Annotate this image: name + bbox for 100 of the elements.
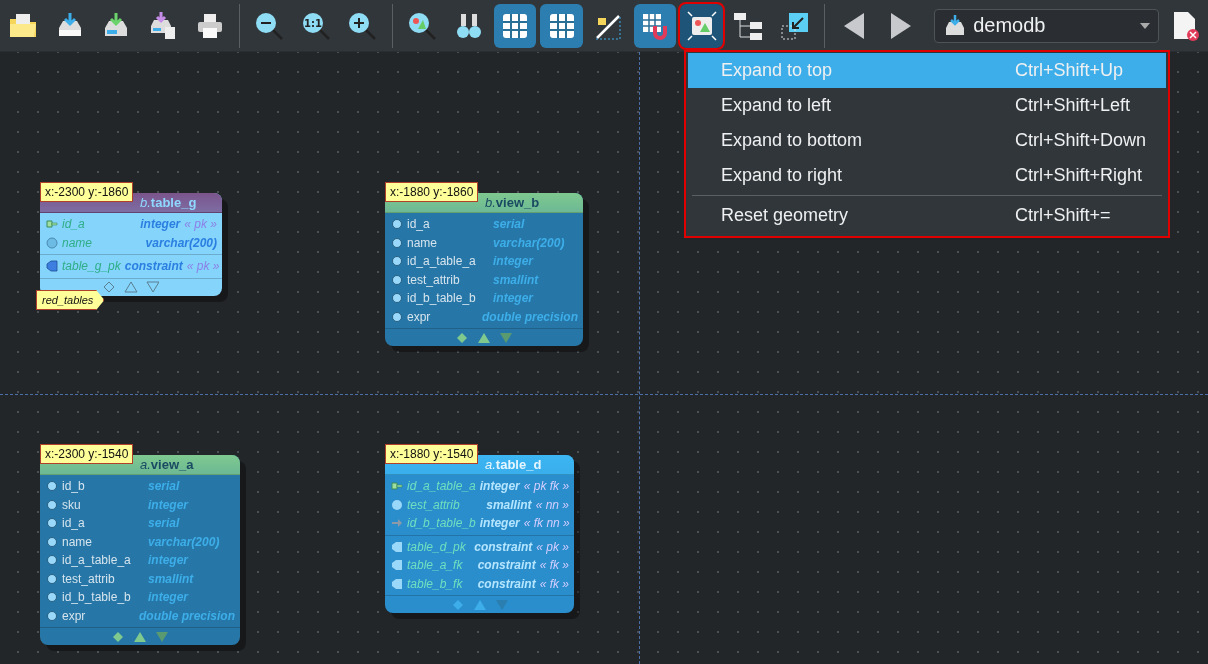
constraint-icon — [46, 260, 58, 273]
table-name: view_a — [150, 457, 194, 472]
position-label: x:-1880 y:-1860 — [385, 182, 479, 202]
position-label: x:-2300 y:-1540 — [40, 444, 134, 464]
column-name: sku — [62, 497, 82, 512]
column-type: double precision — [482, 309, 578, 324]
column-name: id_b_table_b — [407, 291, 477, 306]
caret-icon — [1140, 22, 1151, 29]
column-type: smallint — [493, 272, 540, 287]
column-type: constraint — [124, 259, 183, 274]
column-name: id_a_table_a — [407, 479, 476, 494]
column-type: varchar(200) — [493, 235, 566, 250]
schema-name: a. — [140, 457, 151, 472]
column-name: expr — [407, 309, 432, 324]
column-icon — [391, 255, 403, 268]
column-icon — [46, 535, 58, 548]
expand-collapse-icon[interactable] — [456, 331, 512, 344]
column-icon — [46, 609, 58, 622]
schema-name: a. — [485, 457, 496, 472]
column-type: integer — [148, 497, 190, 512]
column-constraint-tags: « pk » — [184, 217, 217, 232]
database-name: demodb — [973, 14, 1047, 37]
column-type: integer — [148, 553, 190, 568]
column-icon — [46, 236, 58, 249]
column-type: integer — [493, 254, 535, 269]
database-dropdown[interactable]: demodb — [934, 8, 1160, 43]
column-icon — [391, 498, 403, 511]
column-name: id_a — [407, 217, 431, 232]
expand-collapse-icon[interactable] — [103, 281, 159, 293]
column-name: id_a — [62, 217, 86, 232]
column-type: constraint — [477, 576, 536, 591]
column-name: test_attrib — [407, 272, 461, 287]
toolbar-button[interactable]: 1:1 — [294, 3, 338, 48]
expand-icon — [685, 9, 718, 42]
column-type: integer — [148, 590, 190, 605]
column-type: integer — [493, 291, 535, 306]
constraint-icon — [391, 577, 403, 590]
column-type: serial — [148, 516, 181, 531]
menu-item[interactable]: Expand to bottom Ctrl+Shift+Down — [688, 123, 1166, 158]
column-icon — [46, 498, 58, 511]
constraint-icon — [391, 540, 403, 553]
column-icon — [46, 591, 58, 604]
column-name: table_b_fk — [407, 576, 464, 591]
column-type: integer — [479, 479, 520, 494]
column-icon — [46, 572, 58, 585]
table-name: view_b — [495, 195, 540, 210]
column-icon — [391, 273, 403, 286]
column-constraint-tags: « pk » — [536, 539, 569, 554]
toolbar-button[interactable] — [540, 3, 584, 48]
column-name: id_b — [62, 479, 86, 494]
column-name: name — [407, 235, 439, 250]
column-icon — [391, 310, 403, 323]
schema-name: b. — [485, 195, 496, 210]
arrow-icon — [391, 517, 403, 530]
column-name: id_b_table_b — [407, 516, 476, 531]
column-name: name — [62, 235, 94, 250]
column-name: table_g_pk — [62, 259, 121, 274]
column-constraint-tags: « pk » — [186, 259, 220, 274]
position-label: x:-2300 y:-1860 — [40, 182, 134, 202]
column-type: constraint — [477, 558, 536, 573]
column-type: varchar(200) — [145, 235, 217, 250]
table-name: table_d — [495, 457, 542, 472]
column-name: id_a_table_a — [407, 254, 477, 269]
column-type: serial — [148, 479, 181, 494]
column-constraint-tags: « fk » — [539, 558, 569, 573]
column-name: test_attrib — [407, 497, 461, 512]
column-type: integer — [479, 516, 520, 531]
column-icon — [46, 480, 58, 493]
column-icon — [46, 554, 58, 567]
column-type: integer — [140, 217, 181, 232]
constraint-icon — [391, 559, 403, 572]
key-icon — [46, 218, 58, 231]
column-constraint-tags: « nn » — [535, 497, 569, 512]
tag-label: red_tables — [36, 290, 105, 310]
column-name: test_attrib — [62, 571, 116, 586]
schema-name: b. — [140, 195, 151, 210]
column-name: id_a_table_a — [62, 553, 132, 568]
toolbar-button[interactable] — [633, 3, 677, 48]
column-constraint-tags: « fk » — [539, 576, 569, 591]
column-name: name — [62, 534, 94, 549]
menu-item[interactable]: Expand to left Ctrl+Shift+Left — [688, 88, 1166, 123]
column-name: id_b_table_b — [62, 590, 132, 605]
expand-collapse-icon[interactable] — [112, 630, 168, 643]
column-type: smallint — [486, 497, 532, 512]
column-type: double precision — [139, 608, 235, 623]
column-type: constraint — [474, 539, 533, 554]
table-name: table_g — [150, 195, 197, 210]
toolbar-button[interactable] — [493, 3, 537, 48]
column-name: expr — [62, 608, 87, 623]
menu-item[interactable]: Reset geometry Ctrl+Shift+= — [688, 198, 1166, 233]
column-constraint-tags: « pk fk » — [523, 479, 570, 494]
column-constraint-tags: « fk nn » — [523, 516, 570, 531]
key-icon — [391, 480, 403, 493]
column-type: serial — [493, 217, 526, 232]
column-type: varchar(200) — [148, 534, 221, 549]
column-name: table_a_fk — [407, 558, 464, 573]
column-type: smallint — [148, 571, 195, 586]
menu-item[interactable]: Expand to right Ctrl+Shift+Right — [688, 158, 1166, 193]
column-name: id_a — [62, 516, 86, 531]
toolbar-button[interactable] — [680, 3, 723, 48]
